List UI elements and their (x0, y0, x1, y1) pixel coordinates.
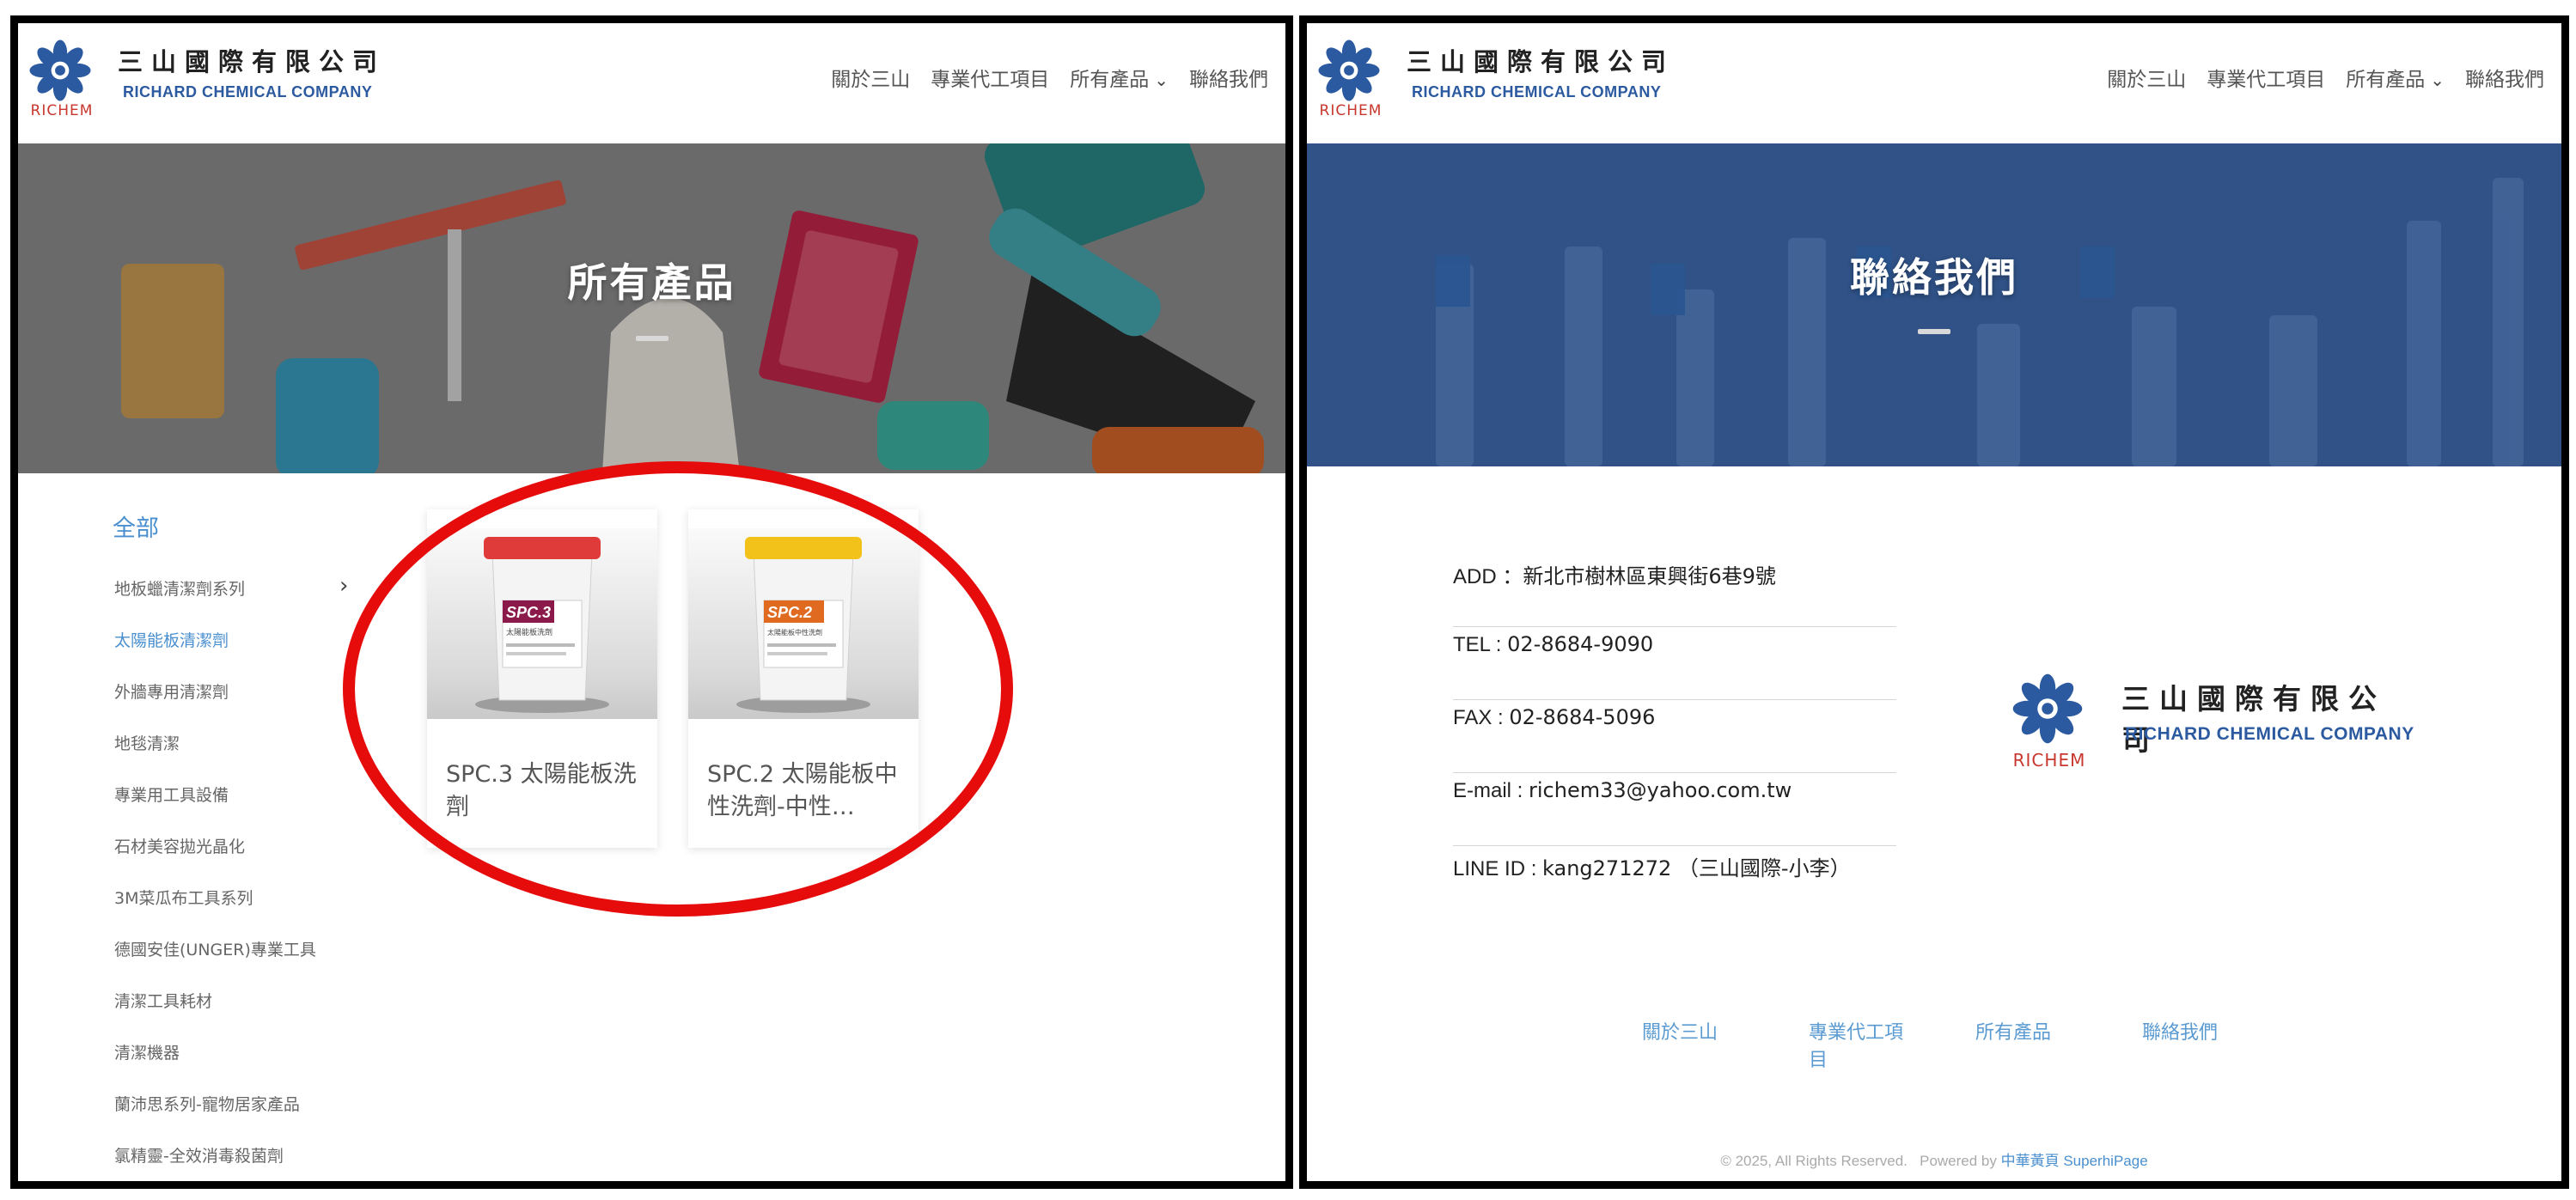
category-item[interactable]: 專業用工具設備 (114, 783, 372, 834)
bottle-line-banner-image (1307, 143, 2561, 466)
site-header: RICHEM 三山國際有限公司 RICHARD CHEMICAL COMPANY… (1307, 23, 2561, 143)
contact-fax: FAX : 02-8684-5096 (1453, 700, 1896, 773)
main-nav: 關於三山 專業代工項目 所有產品 ⌄ 聯絡我們 (831, 63, 1268, 92)
brand-name-en[interactable]: RICHARD CHEMICAL COMPANY (123, 83, 372, 101)
category-item[interactable]: 清潔工具耗材 (114, 989, 372, 1040)
bucket-icon: SPC.2 太陽能板中性洗劑 (736, 537, 870, 713)
banner-title: 聯絡我們 (1850, 254, 2018, 301)
richem-flower-logo-icon[interactable] (28, 39, 92, 102)
bucket-icon: SPC.3 太陽能板洗劑 (475, 537, 609, 713)
nav-products-label: 所有產品 (2346, 69, 2426, 91)
product-image[interactable]: SPC.3 太陽能板洗劑 (427, 528, 657, 719)
banner-title: 所有產品 (567, 259, 736, 306)
footer-link-oem[interactable]: 專業代工項目 (1809, 1020, 1903, 1075)
logo-text: RICHEM (1319, 102, 1383, 119)
line-label: LINE ID : (1453, 857, 1543, 880)
contact-email: E-mail : richem33@yahoo.com.tw (1453, 773, 1896, 846)
brand-name-cn: 三山國際有限公司 (2121, 682, 2386, 757)
bucket-label-text: SPC.2 (767, 604, 812, 621)
footer-link-contact[interactable]: 聯絡我們 (2142, 1020, 2237, 1047)
category-item-active[interactable]: 太陽能板清潔劑 (114, 628, 372, 679)
main-nav: 關於三山 專業代工項目 所有產品 ⌄ 聯絡我們 (2107, 63, 2544, 92)
email-value[interactable]: richem33@yahoo.com.tw (1529, 778, 1792, 802)
contact-window: RICHEM 三山國際有限公司 RICHARD CHEMICAL COMPANY… (1299, 15, 2569, 1189)
copyright-text: © 2025, All Rights Reserved. (1720, 1153, 1908, 1169)
copyright: © 2025, All Rights Reserved. Powered by … (1307, 1148, 2561, 1170)
powered-by-prefix: Powered by (1920, 1153, 1997, 1169)
nav-products[interactable]: 所有產品 ⌄ (1070, 63, 1169, 92)
nav-oem[interactable]: 專業代工項目 (931, 63, 1049, 92)
product-name[interactable]: SPC.2 太陽能板中性洗劑-中性… (707, 758, 905, 824)
chevron-right-icon[interactable]: › (339, 573, 348, 599)
chevron-down-icon[interactable]: ⌄ (2430, 70, 2445, 90)
nav-about[interactable]: 關於三山 (831, 63, 910, 92)
address-value: 新北市樹林區東興街6巷9號 (1523, 564, 1776, 588)
nav-products-label: 所有產品 (1070, 69, 1150, 91)
category-all[interactable]: 全部 (113, 509, 159, 543)
site-header: RICHEM 三山國際有限公司 RICHARD CHEMICAL COMPANY… (18, 23, 1285, 143)
category-item[interactable]: 石材美容拋光晶化 (114, 834, 372, 886)
brand-name-cn[interactable]: 三山國際有限公司 (118, 42, 386, 78)
logo-text: RICHEM (2012, 750, 2086, 771)
category-item[interactable]: 清潔機器 (114, 1040, 372, 1092)
product-card[interactable]: SPC.3 太陽能板洗劑 SPC.3 太陽能板洗劑 (427, 509, 657, 848)
contact-address: ADD ：新北市樹林區東興街6巷9號 (1453, 554, 1896, 627)
brand-name-en: RICHARD CHEMICAL COMPANY (2125, 724, 2414, 744)
product-image[interactable]: SPC.2 太陽能板中性洗劑 (688, 528, 919, 719)
powered-by-link[interactable]: 中華黃頁 SuperhiPage (2001, 1153, 2148, 1169)
contact-banner: 聯絡我們 (1307, 143, 2561, 466)
nav-contact[interactable]: 聯絡我們 (1189, 63, 1268, 92)
category-item[interactable]: 3M菜瓜布工具系列 (114, 886, 372, 937)
category-item[interactable]: 蘭沛思系列-寵物居家產品 (114, 1092, 372, 1143)
footer-link-about[interactable]: 關於三山 (1642, 1020, 1737, 1047)
product-card[interactable]: SPC.2 太陽能板中性洗劑 SPC.2 太陽能板中性洗劑-中性… (688, 509, 919, 848)
category-item[interactable]: 地毯清潔 (114, 731, 372, 783)
email-label: E-mail : (1453, 779, 1529, 802)
richem-flower-logo-icon (2012, 673, 2083, 744)
nav-oem[interactable]: 專業代工項目 (2207, 63, 2325, 92)
tel-value[interactable]: 02-8684-9090 (1507, 632, 1653, 656)
title-underline (635, 336, 668, 341)
category-item[interactable]: 氯精靈-全效消毒殺菌劑 (114, 1143, 372, 1181)
product-name[interactable]: SPC.3 太陽能板洗劑 (446, 758, 644, 824)
richem-flower-logo-icon[interactable] (1317, 39, 1381, 102)
fax-value: 02-8684-5096 (1509, 705, 1656, 729)
contact-info: ADD ：新北市樹林區東興街6巷9號 TEL : 02-8684-9090 FA… (1453, 554, 1896, 919)
category-list: 地板蠟清潔劑系列 › 太陽能板清潔劑 外牆專用清潔劑 地毯清潔 專業用工具設備 石… (114, 573, 372, 1181)
category-item[interactable]: 外牆專用清潔劑 (114, 679, 372, 731)
tel-label: TEL : (1453, 633, 1508, 656)
contact-logo: RICHEM 三山國際有限公司 RICHARD CHEMICAL COMPANY (2006, 673, 2419, 776)
category-item[interactable]: 德國安佳(UNGER)專業工具 (114, 937, 372, 989)
fax-label: FAX : (1453, 706, 1510, 729)
products-window: RICHEM 三山國際有限公司 RICHARD CHEMICAL COMPANY… (10, 15, 1293, 1189)
footer-link-products[interactable]: 所有產品 (1975, 1020, 2070, 1047)
category-label: 地板蠟清潔劑系列 (114, 580, 246, 599)
brand-name-cn[interactable]: 三山國際有限公司 (1407, 42, 1675, 78)
contact-tel: TEL : 02-8684-9090 (1453, 627, 1896, 700)
bucket-label-text: SPC.3 (506, 604, 551, 621)
nav-contact[interactable]: 聯絡我們 (2465, 63, 2544, 92)
chevron-down-icon[interactable]: ⌄ (1154, 70, 1169, 90)
bucket-label-sub: 太陽能板中性洗劑 (767, 628, 822, 637)
cleaning-tools-banner-image (18, 143, 1285, 473)
category-item[interactable]: 地板蠟清潔劑系列 › (114, 573, 372, 628)
address-label: ADD ： (1453, 565, 1523, 588)
logo-text: RICHEM (30, 102, 94, 119)
contact-line: LINE ID : kang271272 （三山國際-小李） (1453, 846, 1896, 919)
bucket-label-sub: 太陽能板洗劑 (506, 627, 552, 637)
nav-about[interactable]: 關於三山 (2107, 63, 2186, 92)
line-value: kang271272 （三山國際-小李） (1542, 856, 1851, 880)
nav-products[interactable]: 所有產品 ⌄ (2346, 63, 2445, 92)
brand-name-en[interactable]: RICHARD CHEMICAL COMPANY (1412, 83, 1661, 101)
products-banner: 所有產品 (18, 143, 1285, 473)
title-underline (1918, 329, 1950, 334)
footer-nav: 關於三山 專業代工項目 所有產品 聯絡我們 (1307, 1020, 2561, 1088)
